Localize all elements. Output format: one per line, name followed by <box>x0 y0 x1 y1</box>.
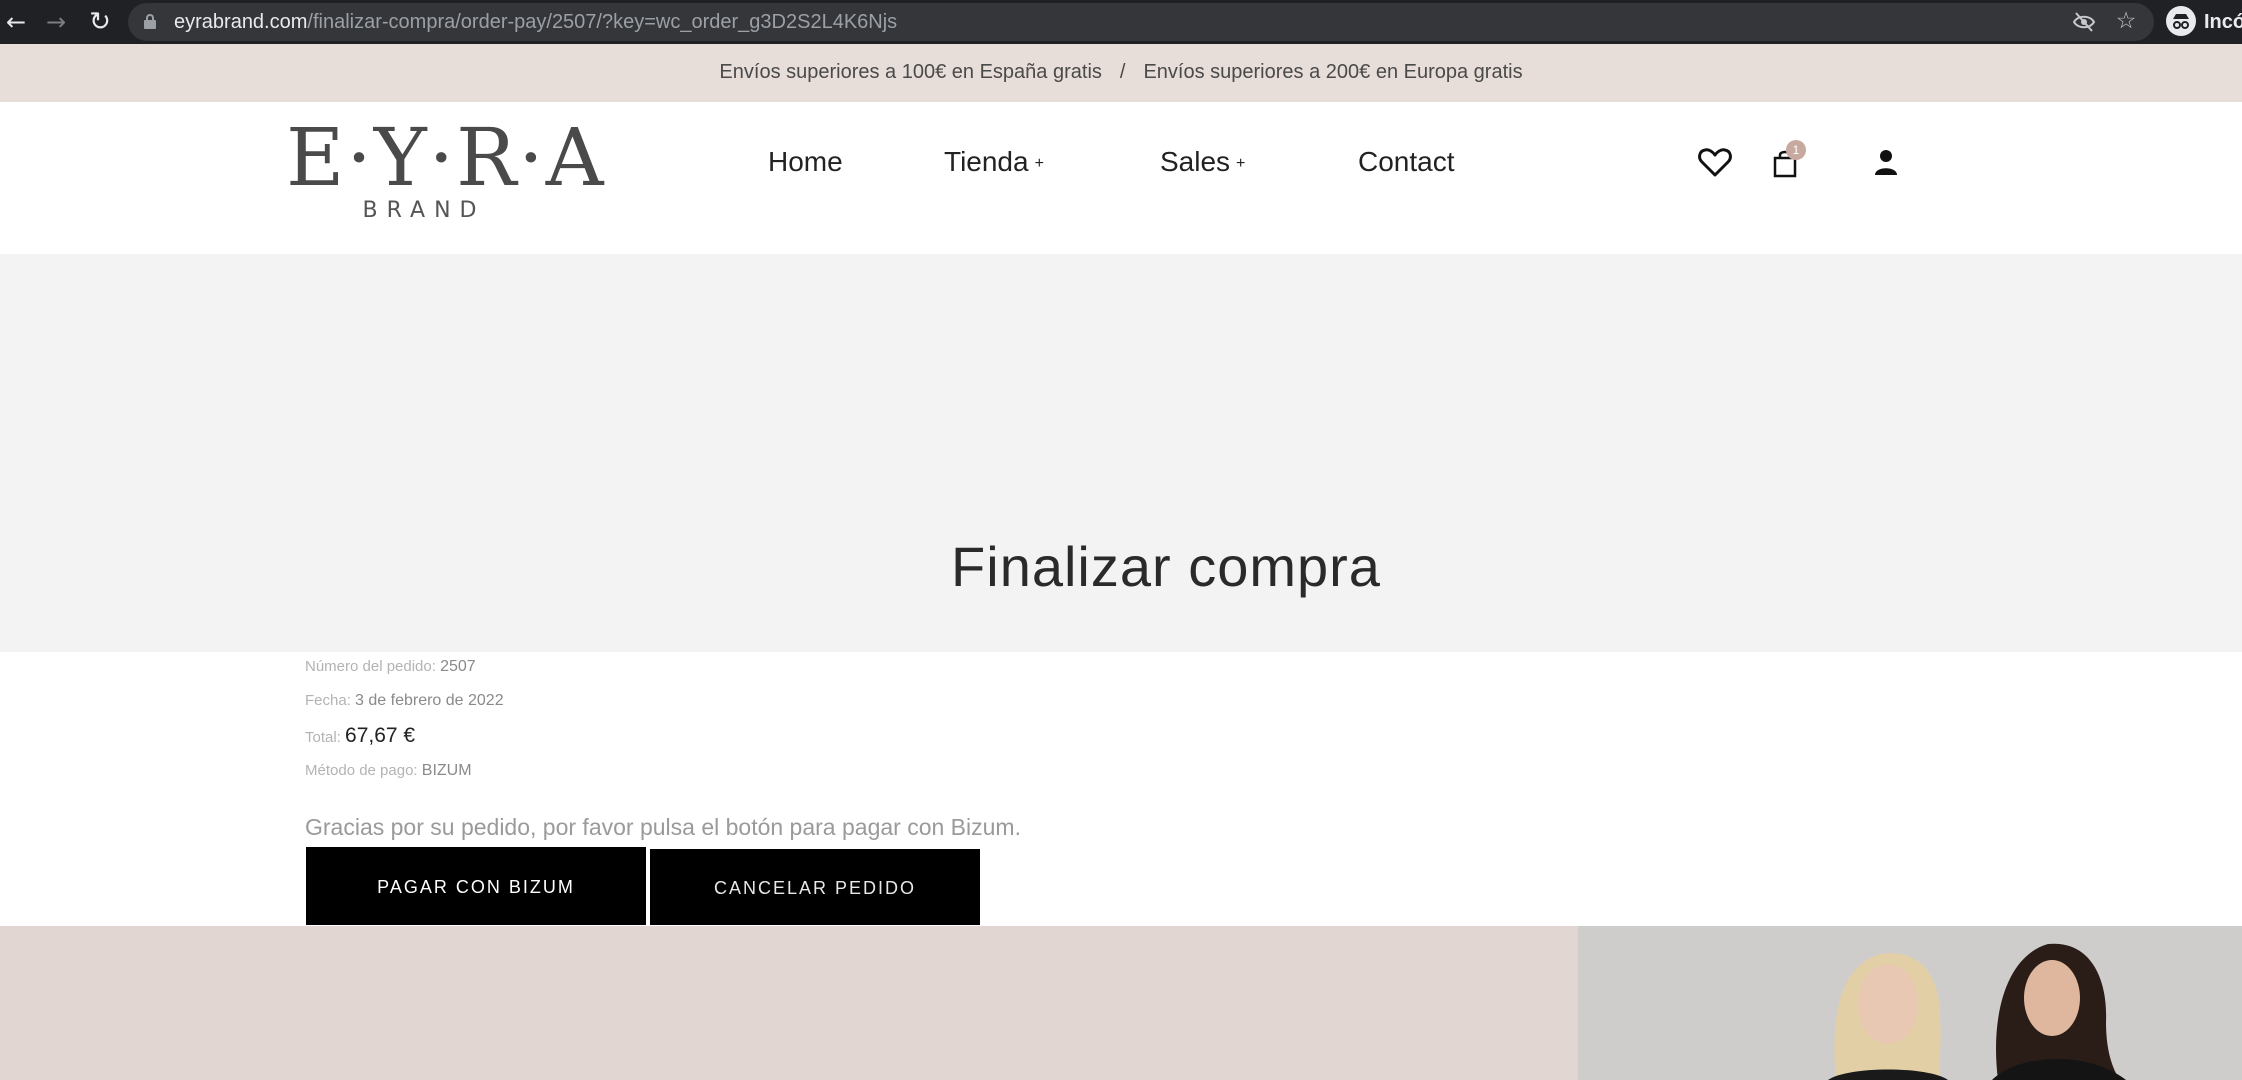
forward-arrow-icon[interactable]: → <box>42 8 70 36</box>
announcement-europe: Envíos superiores a 200€ en Europa grati… <box>1143 61 1523 83</box>
nav-contact[interactable]: Contact <box>1358 142 1455 182</box>
order-number-row: Número del pedido: 2507 <box>305 658 476 676</box>
nav-contact-label: Contact <box>1358 146 1455 177</box>
order-date-value: 3 de febrero de 2022 <box>355 692 504 709</box>
cancel-order-button[interactable]: CANCELAR PEDIDO <box>649 848 981 926</box>
nav-home-label: Home <box>768 146 843 177</box>
lock-icon[interactable] <box>144 14 156 29</box>
eye-off-icon[interactable] <box>2072 11 2096 33</box>
shipping-announcement-bar: Envíos superiores a 100€ en España grati… <box>0 44 2242 102</box>
address-bar[interactable]: eyrabrand.com/finalizar-compra/order-pay… <box>128 3 2154 41</box>
order-total-value: 67,67 € <box>345 724 416 747</box>
nav-tienda-label: Tienda <box>944 146 1029 177</box>
back-arrow-icon[interactable]: ← <box>2 8 30 36</box>
page-title: Finalizar compra <box>951 535 1381 598</box>
cart-count-badge: 1 <box>1786 140 1806 160</box>
nav-sales[interactable]: Sales + <box>1160 142 1245 182</box>
nav-sales-expand-icon[interactable]: + <box>1236 155 1245 172</box>
url-text[interactable]: eyrabrand.com/finalizar-compra/order-pay… <box>174 3 897 41</box>
order-number-label: Número del pedido: <box>305 658 436 675</box>
reload-icon[interactable]: ↻ <box>86 8 114 36</box>
nav-home[interactable]: Home <box>768 142 843 182</box>
site-header: E·Y·R·A BRAND Home Tienda + Sales + Contac… <box>0 102 2242 254</box>
pay-with-bizum-button[interactable]: PAGAR CON BIZUM <box>305 846 647 926</box>
page-hero: Finalizar compra <box>0 254 2242 652</box>
models-photo <box>1578 926 2242 1080</box>
user-account-icon[interactable] <box>1874 148 1898 176</box>
logo-subtitle: BRAND <box>362 198 486 223</box>
logo-wordmark: E·Y·R·A <box>286 111 606 204</box>
footer-banner <box>0 926 1578 1080</box>
url-domain: eyrabrand.com <box>174 11 308 33</box>
payment-method-value: BIZUM <box>421 762 472 779</box>
order-total-row: Total: 67,67 € <box>305 724 415 748</box>
nav-tienda[interactable]: Tienda + <box>944 142 1044 182</box>
nav-sales-label: Sales <box>1160 146 1231 177</box>
order-date-label: Fecha: <box>305 692 351 709</box>
nav-tienda-expand-icon[interactable]: + <box>1035 155 1044 172</box>
eyra-brand-logo[interactable]: E·Y·R·A BRAND <box>286 111 606 230</box>
payment-method-row: Método de pago: BIZUM <box>305 762 472 780</box>
payment-instructions: Gracias por su pedido, por favor pulsa e… <box>305 814 1021 840</box>
payment-method-label: Método de pago: <box>305 762 418 779</box>
browser-toolbar: ← → ↻ eyrabrand.com/finalizar-compra/ord… <box>0 0 2242 44</box>
announcement-spain: Envíos superiores a 100€ en España grati… <box>719 61 1102 83</box>
heart-icon[interactable] <box>1698 146 1732 178</box>
incognito-icon[interactable] <box>2166 6 2196 36</box>
url-path: /finalizar-compra/order-pay/2507/?key=wc… <box>307 11 898 33</box>
order-date-row: Fecha: 3 de febrero de 2022 <box>305 692 504 710</box>
announcement-separator: / <box>1119 61 1126 83</box>
order-number-value: 2507 <box>440 658 476 675</box>
order-total-label: Total: <box>305 729 341 746</box>
star-icon[interactable]: ☆ <box>2112 7 2140 35</box>
incognito-label[interactable]: Incóg <box>2204 0 2242 44</box>
